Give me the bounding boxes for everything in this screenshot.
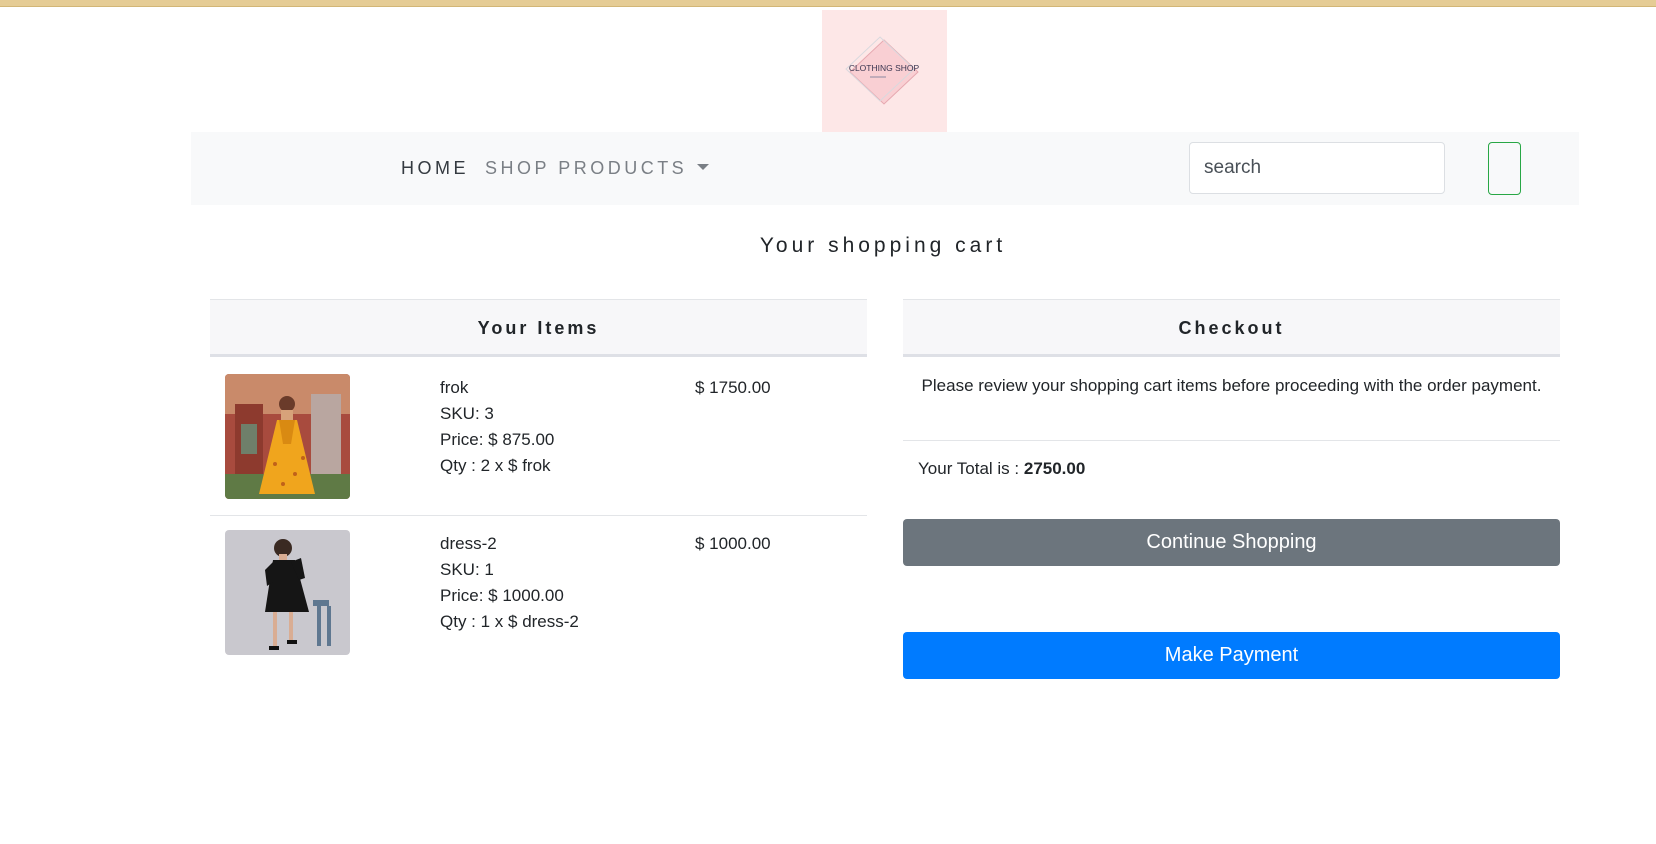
order-total-value: 2750.00 xyxy=(1023,459,1086,478)
nav-home-link[interactable]: HOME xyxy=(401,158,469,179)
continue-shopping-button[interactable]: Continue Shopping xyxy=(903,519,1560,566)
cart-item: dress-2 SKU: 1 Price: $ 1000.00 Qty : 1 … xyxy=(210,515,867,671)
order-total-label: Your Total is : xyxy=(918,459,1020,478)
item-name: dress-2 xyxy=(440,534,497,553)
item-qty: Qty : 1 x $ dress-2 xyxy=(440,612,579,631)
item-qty: Qty : 2 x $ frok xyxy=(440,456,551,475)
top-navbar: HOME SHOP PRODUCTS xyxy=(191,132,1579,205)
item-total: $ 1000.00 xyxy=(695,534,771,553)
browser-top-bar xyxy=(0,0,1656,7)
items-section-heading: Your Items xyxy=(210,299,867,357)
item-sku: SKU: 3 xyxy=(440,404,494,423)
cart-item: frok SKU: 3 Price: $ 875.00 Qty : 2 x $ … xyxy=(210,359,867,516)
item-sku: SKU: 1 xyxy=(440,560,494,579)
diamond-logo-icon: CLOTHING SHOP xyxy=(845,36,920,105)
checkout-review-text: Please review your shopping cart items b… xyxy=(921,376,1542,395)
item-details: frok SKU: 3 Price: $ 875.00 Qty : 2 x $ … xyxy=(440,375,554,479)
page-title: Your shopping cart xyxy=(759,234,1007,257)
nav-shop-products-dropdown[interactable]: SHOP PRODUCTS xyxy=(485,158,710,179)
search-button[interactable] xyxy=(1488,142,1521,195)
chevron-down-icon xyxy=(697,164,710,170)
search-input[interactable] xyxy=(1189,142,1445,194)
checkout-divider xyxy=(903,440,1560,441)
order-total: Your Total is : 2750.00 xyxy=(918,459,1085,479)
product-image-frok[interactable] xyxy=(225,374,350,499)
svg-text:CLOTHING SHOP: CLOTHING SHOP xyxy=(849,63,920,73)
nav-shop-products-label: SHOP PRODUCTS xyxy=(485,158,688,178)
item-details: dress-2 SKU: 1 Price: $ 1000.00 Qty : 1 … xyxy=(440,531,579,635)
item-name: frok xyxy=(440,378,469,397)
checkout-section-heading: Checkout xyxy=(903,299,1560,357)
item-price: Price: $ 1000.00 xyxy=(440,586,564,605)
make-payment-button[interactable]: Make Payment xyxy=(903,632,1560,679)
shop-logo[interactable]: CLOTHING SHOP xyxy=(822,10,947,132)
item-total: $ 1750.00 xyxy=(695,378,771,397)
item-price: Price: $ 875.00 xyxy=(440,430,555,449)
product-image-dress-2[interactable] xyxy=(225,530,350,655)
